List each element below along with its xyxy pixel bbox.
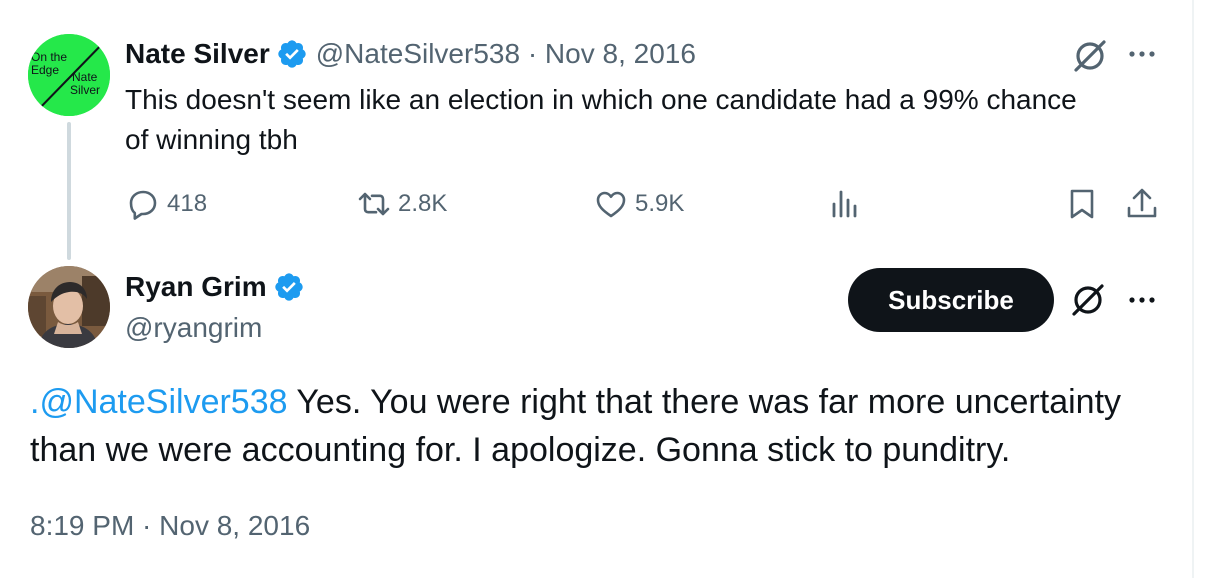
- grok-icon[interactable]: [1070, 36, 1110, 76]
- avatar-photo: [28, 266, 110, 348]
- views-button[interactable]: [828, 184, 864, 224]
- reply-author-handle[interactable]: @ryangrim: [125, 310, 262, 346]
- like-count: 5.9K: [635, 190, 685, 217]
- bookmark-icon: [1070, 189, 1094, 219]
- bookmark-button[interactable]: [1064, 184, 1100, 224]
- reply-author-row: Ryan Grim: [125, 267, 313, 307]
- subscribe-button[interactable]: Subscribe: [848, 268, 1054, 332]
- avatar-text-on-the: On the: [31, 50, 67, 64]
- parent-tweet-text: This doesn't seem like an election in wh…: [125, 84, 1077, 155]
- repost-icon: [358, 192, 390, 216]
- reply-button[interactable]: 418: [125, 184, 207, 224]
- more-icon[interactable]: [1124, 36, 1160, 72]
- avatar-book-cover: On the Edge Nate Silver: [28, 34, 110, 116]
- parent-handle-date[interactable]: @NateSilver538 · Nov 8, 2016: [316, 38, 696, 70]
- parent-author-name[interactable]: Nate Silver: [125, 38, 270, 70]
- more-icon[interactable]: [1124, 282, 1160, 318]
- like-button[interactable]: 5.9K: [593, 184, 684, 224]
- grok-icon[interactable]: [1068, 280, 1108, 320]
- verified-badge-icon: [274, 273, 303, 301]
- avatar-text-silver: Silver: [70, 83, 100, 97]
- like-icon: [596, 191, 626, 218]
- reply-timestamp[interactable]: 8:19 PM · Nov 8, 2016: [30, 506, 310, 546]
- parent-tweet-header: Nate Silver @NateSilver538 · Nov 8, 2016: [125, 34, 696, 74]
- avatar-text-nate: Nate: [72, 70, 98, 84]
- verified-badge-icon: [278, 40, 306, 68]
- reply-tweet-text: .@NateSilver538 Yes. You were right that…: [30, 378, 1180, 474]
- reply-author-name[interactable]: Ryan Grim: [125, 271, 267, 303]
- reply-icon: [129, 190, 157, 220]
- views-icon: [832, 190, 857, 218]
- timeline-border: [1192, 0, 1194, 578]
- share-button[interactable]: [1124, 184, 1160, 224]
- avatar-ryan-grim[interactable]: [28, 266, 110, 348]
- avatar-nate-silver[interactable]: On the Edge Nate Silver: [28, 34, 110, 116]
- reply-count: 418: [167, 190, 208, 217]
- share-icon: [1127, 188, 1157, 218]
- mention-link[interactable]: .@NateSilver538: [30, 383, 288, 421]
- parent-action-bar: 418 2.8K 5.9K: [0, 184, 1192, 224]
- repost-button[interactable]: 2.8K: [356, 184, 447, 224]
- avatar-text-edge: Edge: [31, 63, 59, 77]
- repost-count: 2.8K: [398, 190, 448, 217]
